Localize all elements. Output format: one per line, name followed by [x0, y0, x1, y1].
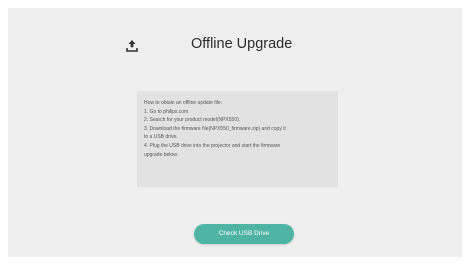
check-usb-drive-button[interactable]: Check USB Drive: [194, 224, 294, 244]
instruction-line: How to obtain an offline update file:: [144, 100, 223, 106]
instructions-panel: How to obtain an offline update file: 1.…: [137, 91, 338, 187]
instruction-line: 2. Search for your product model(NPX550)…: [144, 117, 241, 124]
instruction-line: 1. Go to philips.com: [144, 108, 189, 115]
instruction-line: 3. Download the firmware file(NPX550_fir…: [144, 125, 286, 132]
header: Offline Upgrade: [8, 34, 462, 58]
instruction-line: 4. Plug the USB drive into the projector…: [144, 142, 281, 149]
instruction-line: to a USB drive.: [144, 134, 178, 141]
offline-upgrade-screen: Offline Upgrade How to obtain an offline…: [8, 8, 462, 257]
instruction-line: upgrade below.: [144, 151, 178, 158]
upgrade-icon: [125, 39, 139, 53]
page-title: Offline Upgrade: [191, 36, 293, 52]
